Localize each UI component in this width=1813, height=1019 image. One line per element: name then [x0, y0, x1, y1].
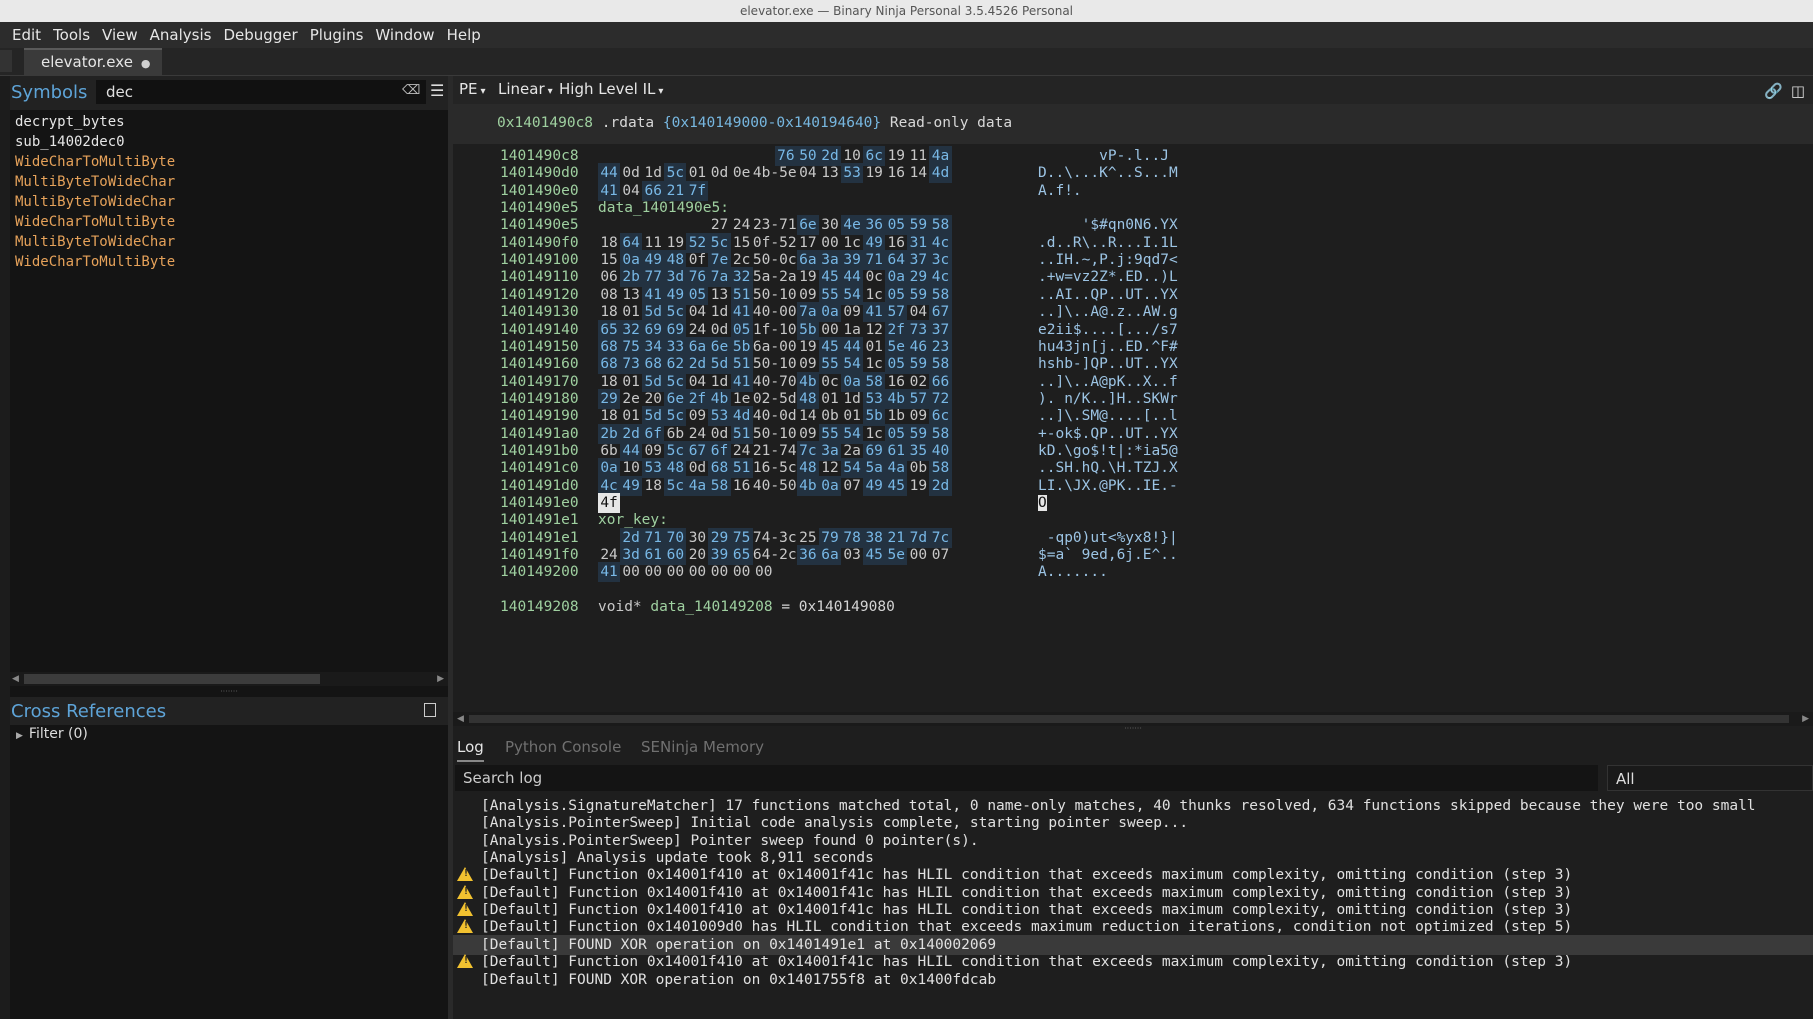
- il-dropdown[interactable]: High Level IL ▾: [559, 80, 663, 98]
- hamburger-menu-icon[interactable]: ☰: [430, 82, 444, 100]
- link-icon[interactable]: 🔗: [1764, 82, 1783, 100]
- menu-plugins[interactable]: Plugins: [304, 22, 370, 48]
- view-toolbar: PE ▾ Linear ▾ High Level IL ▾ 🔗 ◫: [453, 76, 1813, 104]
- pe-label: PE: [459, 80, 478, 98]
- clear-search-icon[interactable]: ⌫: [402, 82, 420, 100]
- section-header: 0x1401490c8 .rdata {0x140149000-0x140194…: [453, 104, 1813, 144]
- symbols-title: Symbols: [11, 82, 88, 103]
- log-level-select[interactable]: All: [1607, 765, 1813, 791]
- warning-icon: [457, 954, 473, 969]
- linear-view-dropdown[interactable]: Linear ▾: [498, 80, 553, 98]
- decl-name[interactable]: data_140149208: [650, 599, 772, 615]
- menu-edit[interactable]: Edit: [0, 22, 47, 48]
- modified-dot-icon: ●: [140, 57, 151, 70]
- warning-icon: [457, 867, 473, 882]
- scroll-right-icon[interactable]: ▶: [437, 672, 444, 686]
- chevron-down-icon: ▾: [658, 86, 664, 97]
- tab-elevator[interactable]: elevator.exe ●: [24, 48, 162, 75]
- section-description: Read-only data: [889, 115, 1013, 131]
- symbol-item[interactable]: decrypt_bytes: [10, 112, 448, 132]
- symbol-item[interactable]: WideCharToMultiByte: [10, 212, 448, 232]
- linear-hex-view[interactable]: 1401490c8 76 50 2d 10 6c 19 11 4a vP-.l..J 140149…: [453, 146, 1813, 712]
- symbol-item[interactable]: WideCharToMultiByte: [10, 252, 448, 272]
- left-sidebar: Symbols dec ⌫ ☰ decrypt_bytes sub_14002d…: [10, 76, 448, 1019]
- scroll-left-icon[interactable]: ◀: [457, 712, 464, 726]
- tab-bar: elevator.exe ●: [0, 48, 1813, 76]
- xref-filter-label: Filter (0): [28, 726, 88, 742]
- expand-arrow-icon: ▶: [16, 731, 23, 741]
- log-tab-bar: Log Python Console SENinja Memory: [453, 732, 1813, 762]
- log-output: [Analysis.SignatureMatcher] 17 functions…: [453, 796, 1813, 1019]
- row-address: 140149208: [500, 599, 579, 616]
- menu-debugger[interactable]: Debugger: [217, 22, 303, 48]
- tab-python-console[interactable]: Python Console: [505, 738, 621, 756]
- symbols-header: Symbols dec ⌫ ☰: [10, 76, 448, 110]
- menu-help[interactable]: Help: [441, 22, 487, 48]
- xref-filter-toggle[interactable]: ▶ Filter (0): [16, 726, 88, 742]
- cross-references-title: Cross References: [11, 701, 167, 722]
- cross-references-header: Cross References: [10, 697, 448, 725]
- warning-icon: [457, 902, 473, 917]
- hex-row[interactable]: 140149208 void* data_140149208 = 0x140149…: [453, 597, 1813, 617]
- scroll-right-icon[interactable]: ▶: [1802, 712, 1809, 726]
- tab-label: elevator.exe: [41, 53, 133, 71]
- decl-type: void*: [598, 599, 651, 616]
- scrollbar-thumb[interactable]: [24, 674, 320, 684]
- symbol-item[interactable]: sub_14002dec0: [10, 132, 448, 152]
- decl-value: = 0x140149080: [772, 599, 895, 616]
- section-name[interactable]: .rdata: [602, 115, 654, 131]
- symbols-search-input[interactable]: dec: [96, 80, 426, 104]
- document-icon[interactable]: [424, 703, 436, 717]
- log-line[interactable]: [Default] FOUND XOR operation on 0x14017…: [453, 970, 1813, 990]
- left-dock-strip: [0, 76, 10, 1019]
- tab-seninja-memory[interactable]: SENinja Memory: [641, 738, 764, 756]
- symbols-horizontal-scrollbar[interactable]: ◀ ▶: [10, 672, 448, 686]
- data-declaration[interactable]: void* data_140149208 = 0x140149080: [598, 597, 895, 617]
- window-title: elevator.exe — Binary Ninja Personal 3.5…: [0, 0, 1813, 22]
- warning-icon: [457, 919, 473, 934]
- symbol-item[interactable]: MultiByteToWideChar: [10, 232, 448, 252]
- scroll-left-icon[interactable]: ◀: [12, 672, 19, 686]
- section-range: {0x140149000-0x140194640}: [662, 115, 882, 131]
- menu-view[interactable]: View: [96, 22, 144, 48]
- panel-resize-grip[interactable]: ·······: [10, 688, 448, 696]
- tab-log[interactable]: Log: [457, 738, 484, 762]
- chevron-down-icon: ▾: [547, 86, 553, 97]
- warning-icon: [457, 884, 473, 899]
- il-label: High Level IL: [559, 80, 656, 98]
- view-options: 🔗 ◫: [1764, 82, 1813, 100]
- tab-scroll-left[interactable]: [0, 50, 12, 72]
- log-search-input[interactable]: Search log: [455, 765, 1598, 791]
- chevron-down-icon: ▾: [480, 86, 486, 97]
- menu-bar: Edit Tools View Analysis Debugger Plugins Wind…: [0, 22, 1813, 48]
- symbols-list: decrypt_bytes sub_14002dec0 WideCharToMu…: [10, 112, 448, 682]
- menu-analysis[interactable]: Analysis: [144, 22, 218, 48]
- split-view-icon[interactable]: ◫: [1791, 82, 1805, 100]
- symbol-item[interactable]: MultiByteToWideChar: [10, 172, 448, 192]
- menu-window[interactable]: Window: [369, 22, 440, 48]
- linear-label: Linear: [498, 80, 545, 98]
- symbol-item[interactable]: MultiByteToWideChar: [10, 192, 448, 212]
- log-text: [Default] FOUND XOR operation on 0x14017…: [481, 971, 997, 988]
- pe-view-dropdown[interactable]: PE ▾: [459, 80, 486, 98]
- menu-tools[interactable]: Tools: [47, 22, 96, 48]
- scrollbar-thumb[interactable]: [469, 715, 1789, 723]
- symbol-item[interactable]: WideCharToMultiByte: [10, 152, 448, 172]
- section-address: 0x1401490c8: [497, 115, 594, 131]
